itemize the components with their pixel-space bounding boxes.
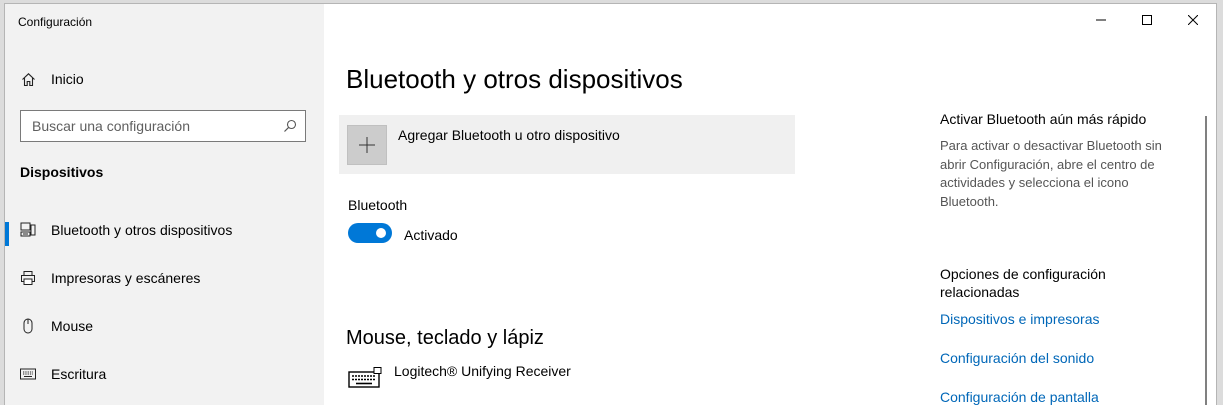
search-box [20,110,306,142]
sidebar-item-label: Impresoras y escáneres [51,270,201,286]
active-indicator [5,222,9,246]
related-heading: Opciones de configuración relacionadas [940,266,1106,300]
maximize-icon [1142,15,1152,25]
minimize-button[interactable] [1078,4,1124,36]
bluetooth-label: Bluetooth [348,197,408,213]
tip-heading: Activar Bluetooth aún más rápido [940,111,1147,127]
search-input[interactable] [21,111,271,141]
settings-window: Configuración Inicio Dispositivos Blueto… [4,3,1217,405]
toggle-knob [376,228,386,238]
plus-icon [347,125,387,165]
device-item[interactable]: Logitech® Unifying Receiver [348,359,748,393]
tip-text: Para activar o desactivar Bluetooth sin … [940,138,1162,209]
sidebar-item-home[interactable]: Inicio [5,59,324,99]
window-controls [1078,4,1216,36]
main-content: Bluetooth y otros dispositivos Agregar B… [324,4,1216,405]
sidebar-item-label: Bluetooth y otros dispositivos [51,222,233,238]
sidebar-item-label: Mouse [51,318,94,334]
minimize-icon [1096,19,1106,21]
sidebar-item-printers[interactable]: Impresoras y escáneres [5,258,324,298]
bluetooth-toggle[interactable] [348,223,392,243]
sidebar-section-heading: Dispositivos [20,164,104,180]
bluetooth-devices-icon [20,222,36,238]
sidebar-item-mouse[interactable]: Mouse [5,306,324,346]
search-icon[interactable] [283,119,297,133]
keyboard-icon [348,367,382,394]
link-display-settings[interactable]: Configuración de pantalla [940,389,1099,405]
app-title: Configuración [18,15,93,29]
sidebar-item-typing[interactable]: Escritura [5,354,324,394]
scrollbar[interactable] [1205,116,1207,405]
maximize-button[interactable] [1124,4,1170,36]
printer-icon [20,270,36,286]
close-button[interactable] [1170,4,1216,36]
home-icon [20,71,36,87]
close-icon [1188,15,1198,25]
sidebar-item-bluetooth[interactable]: Bluetooth y otros dispositivos [5,210,324,250]
add-device-button[interactable]: Agregar Bluetooth u otro dispositivo [339,115,795,174]
link-devices-printers[interactable]: Dispositivos e impresoras [940,311,1100,327]
device-name: Logitech® Unifying Receiver [394,363,571,379]
link-sound-settings[interactable]: Configuración del sonido [940,350,1094,366]
sidebar-item-label: Inicio [51,71,84,87]
sidebar-item-label: Escritura [51,366,107,382]
section-title: Mouse, teclado y lápiz [346,327,544,349]
bluetooth-state: Activado [404,227,458,243]
keyboard-icon [20,366,36,382]
mouse-icon [20,318,36,334]
sidebar: Configuración Inicio Dispositivos Blueto… [5,4,324,405]
page-title: Bluetooth y otros dispositivos [346,64,683,94]
add-device-label: Agregar Bluetooth u otro dispositivo [398,127,620,143]
